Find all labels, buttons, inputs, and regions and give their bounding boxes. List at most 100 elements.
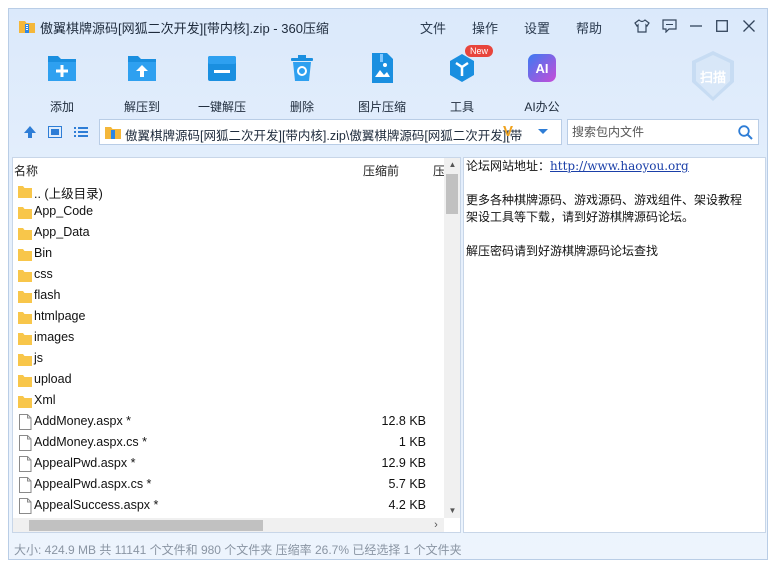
file-name: Bin <box>34 246 53 260</box>
scroll-right-icon[interactable]: › <box>428 518 444 532</box>
column-name[interactable]: 名称 <box>14 162 38 179</box>
menu-file[interactable]: 文件 <box>420 18 446 37</box>
file-row[interactable]: htmlpage <box>13 306 443 327</box>
file-name: htmlpage <box>34 309 86 323</box>
menu-help[interactable]: 帮助 <box>576 18 602 37</box>
address-path: 傲翼棋牌源码[网狐二次开发][带内核].zip\傲翼棋牌源码[网狐二次开发][带 <box>125 129 523 143</box>
forum-line: 论坛网站地址：http://www.haoyou.org <box>466 158 689 175</box>
folder-icon <box>18 291 32 303</box>
file-row[interactable]: flash <box>13 285 443 306</box>
file-row[interactable]: js <box>13 348 443 369</box>
one-click-extract-button[interactable]: 一键解压 <box>187 51 257 115</box>
column-size-before[interactable]: 压缩前 <box>363 162 399 179</box>
up-arrow-icon[interactable] <box>22 124 38 140</box>
file-name: AddMoney.aspx * <box>34 414 132 428</box>
zip-folder-icon <box>105 127 121 139</box>
folder-icon <box>18 375 32 387</box>
folder-icon <box>18 333 32 345</box>
scan-shield-button[interactable]: 扫描 <box>689 49 737 103</box>
horizontal-scroll-thumb[interactable] <box>29 520 263 531</box>
folder-icon <box>18 354 32 366</box>
file-name: Xml <box>34 393 56 407</box>
forum-label: 论坛网站地址： <box>466 159 551 173</box>
file-rows: .. (上级目录) App_Code App_Data Bin css flash html… <box>13 180 443 516</box>
address-row: 傲翼棋牌源码[网狐二次开发][带内核].zip\傲翼棋牌源码[网狐二次开发][带… <box>9 117 767 147</box>
file-icon <box>19 435 32 451</box>
add-label: 添加 <box>49 100 74 114</box>
file-row[interactable]: App_Data <box>13 222 443 243</box>
file-icon <box>19 498 32 514</box>
file-name: flash <box>34 288 61 302</box>
search-input[interactable] <box>572 124 732 140</box>
file-row[interactable]: Bin <box>13 243 443 264</box>
file-row[interactable]: .. (上级目录) <box>13 180 443 201</box>
file-row[interactable]: AppealSuccess.aspx * 4.2 KB <box>13 495 443 516</box>
vertical-scroll-thumb[interactable] <box>446 174 458 214</box>
extract-to-icon <box>128 56 156 81</box>
ai-office-button[interactable]: AI AI办公 <box>507 51 577 115</box>
thumbnail-view-icon[interactable] <box>47 124 63 140</box>
add-button[interactable]: 添加 <box>27 51 97 115</box>
add-icon <box>48 56 76 81</box>
folder-icon <box>18 312 32 324</box>
file-name: AddMoney.aspx.cs * <box>34 435 148 449</box>
folder-icon <box>18 270 32 282</box>
vertical-scrollbar[interactable]: ▲ ▼ <box>444 158 460 518</box>
file-name: App_Data <box>34 225 90 239</box>
file-row[interactable]: images <box>13 327 443 348</box>
menu-settings[interactable]: 设置 <box>524 18 550 37</box>
delete-label: 删除 <box>289 100 314 114</box>
tools-label: 工具 <box>449 100 474 114</box>
info-line-4: 解压密码请到好游棋牌源码论坛查找 <box>466 244 659 258</box>
file-icon <box>19 414 32 430</box>
extract-to-button[interactable]: 解压到 <box>107 51 177 115</box>
file-name: js <box>34 351 44 365</box>
new-badge: New <box>465 45 494 57</box>
file-row[interactable]: AddMoney.aspx * 12.8 KB <box>13 411 443 432</box>
skin-shirt-icon[interactable] <box>633 17 651 35</box>
file-name: App_Code <box>34 204 94 218</box>
ai-icon: AI <box>528 54 556 82</box>
folder-icon <box>18 228 32 240</box>
maximize-icon[interactable] <box>713 17 731 35</box>
extract-to-label: 解压到 <box>123 100 160 114</box>
close-icon[interactable] <box>740 17 758 35</box>
image-compress-label: 图片压缩 <box>357 100 406 114</box>
file-row[interactable]: upload <box>13 369 443 390</box>
title-bar: 傲翼棋牌源码[网狐二次开发][带内核].zip - 360压缩 文件 操作 设置… <box>9 9 767 43</box>
forum-link[interactable]: http://www.haoyou.org <box>550 159 689 173</box>
menu-operation[interactable]: 操作 <box>472 18 498 37</box>
file-row[interactable]: Xml <box>13 390 443 411</box>
file-row[interactable]: AppealPwd.aspx.cs * 5.7 KB <box>13 474 443 495</box>
search-icon[interactable] <box>738 125 753 140</box>
chevron-down-icon[interactable] <box>537 128 549 136</box>
folder-icon <box>18 207 32 219</box>
minimize-icon[interactable] <box>687 17 705 35</box>
file-size: 4.2 KB <box>388 498 426 512</box>
scroll-up-icon[interactable]: ▲ <box>444 158 460 172</box>
file-row[interactable]: AppealPwd.aspx * 12.9 KB <box>13 453 443 474</box>
folder-icon <box>18 396 32 408</box>
list-view-icon[interactable] <box>73 124 89 140</box>
toolbar: 添加 解压到 一键解压 删除 图片压缩 New 工具 AI AI办公 扫描 <box>9 43 767 115</box>
file-row[interactable]: App_Code <box>13 201 443 222</box>
scroll-down-icon[interactable]: ▼ <box>444 504 460 518</box>
file-row[interactable]: css <box>13 264 443 285</box>
file-size: 1 KB <box>398 435 426 449</box>
info-line-3: 架设工具等下载，请到好游棋牌源码论坛。 <box>466 210 695 224</box>
info-line-2: 更多各种棋牌源码、游戏源码、游戏组件、架设教程 <box>466 193 743 207</box>
address-bar[interactable]: 傲翼棋牌源码[网狐二次开发][带内核].zip\傲翼棋牌源码[网狐二次开发][带… <box>99 119 562 145</box>
chevron-yellow-icon: V <box>503 123 514 140</box>
delete-button[interactable]: 删除 <box>267 51 337 115</box>
image-compress-button[interactable]: 图片压缩 <box>347 51 417 115</box>
horizontal-scrollbar[interactable]: › <box>13 518 444 532</box>
image-compress-icon <box>372 53 393 83</box>
file-row[interactable]: AddMoney.aspx.cs * 1 KB <box>13 432 443 453</box>
feedback-icon[interactable] <box>660 17 678 35</box>
app-window: 傲翼棋牌源码[网狐二次开发][带内核].zip - 360压缩 文件 操作 设置… <box>8 8 768 560</box>
file-name: AppealPwd.aspx.cs * <box>34 477 152 491</box>
one-click-extract-label: 一键解压 <box>197 100 246 114</box>
file-size: 12.9 KB <box>381 456 426 470</box>
tools-button[interactable]: New 工具 <box>427 45 497 115</box>
file-list-pane: 名称 压缩前 压 .. (上级目录) App_Code App_Data Bin css… <box>12 157 461 533</box>
